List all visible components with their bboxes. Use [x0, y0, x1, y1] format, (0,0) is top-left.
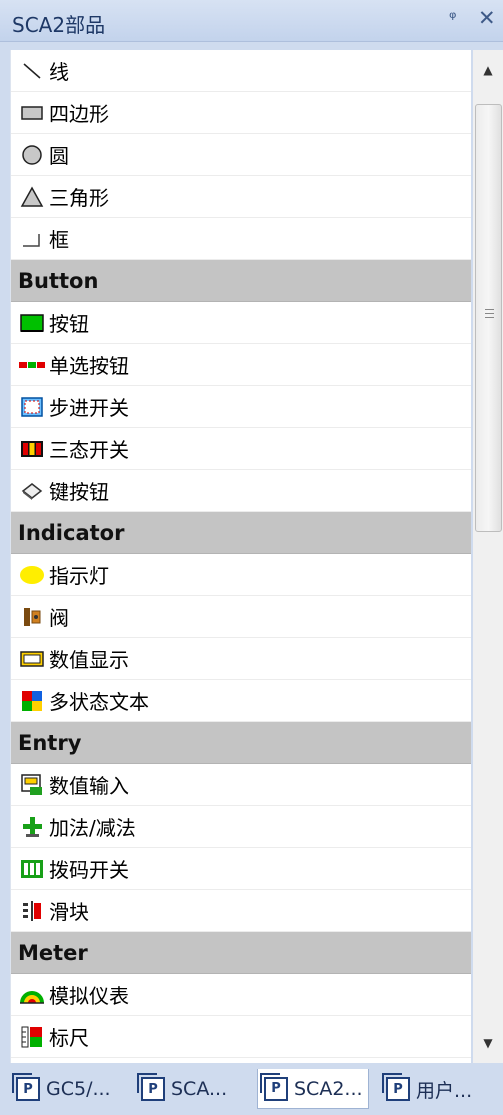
button-icon: [19, 310, 45, 336]
part-item-label: 多状态文本: [49, 690, 149, 714]
part-item-label: 步进开关: [49, 396, 129, 420]
part-item[interactable]: 拨码开关: [11, 848, 471, 890]
triangle-icon: [19, 184, 45, 210]
part-item-label: 模拟仪表: [49, 984, 129, 1008]
scale-icon: [19, 1024, 45, 1050]
document-tab[interactable]: P GC5/...: [10, 1069, 130, 1109]
tab-label: GC5/...: [46, 1078, 111, 1100]
pin-icon[interactable]: ᵠ: [449, 8, 456, 29]
dip-switch-icon: [19, 856, 45, 882]
slider-icon: [19, 898, 45, 924]
part-item-label: 拨码开关: [49, 858, 129, 882]
part-item-label: 框: [49, 228, 69, 252]
document-tab[interactable]: P 用户...: [380, 1069, 496, 1109]
document-tabs: P GC5/... P SCA... P SCA2... P 用户...: [0, 1066, 503, 1115]
add-subtract-icon: [19, 814, 45, 840]
rectangle-icon: [19, 100, 45, 126]
part-item[interactable]: 滑块: [11, 890, 471, 932]
parts-list: 线四边形圆三角形框 Button 按钮单选按钮步进开关三态开关键按钮 Indicato…: [10, 50, 471, 1063]
part-item[interactable]: 阀: [11, 596, 471, 638]
part-item[interactable]: 指示灯: [11, 554, 471, 596]
part-item-label: 阀: [49, 606, 69, 630]
part-item[interactable]: 标尺: [11, 1016, 471, 1058]
analog-meter-icon: [19, 982, 45, 1008]
category-label: Button: [18, 268, 99, 293]
part-item-label: 单选按钮: [49, 354, 129, 378]
indicator-lamp-icon: [19, 562, 45, 588]
scroll-up-button[interactable]: ▲: [473, 50, 503, 90]
category-header: Entry: [11, 722, 471, 764]
close-icon[interactable]: ✕: [478, 6, 496, 30]
part-item[interactable]: 四边形: [11, 92, 471, 134]
tab-label: SCA...: [171, 1078, 228, 1100]
tristate-switch-icon: [19, 436, 45, 462]
panel-titlebar: SCA2部品 ᵠ ✕: [0, 0, 503, 42]
part-item[interactable]: 单选按钮: [11, 344, 471, 386]
part-item-label: 指示灯: [49, 564, 109, 588]
part-item[interactable]: 圆: [11, 134, 471, 176]
part-item[interactable]: 多状态文本: [11, 680, 471, 722]
project-icon: P: [382, 1073, 410, 1101]
part-item-label: 键按钮: [49, 480, 109, 504]
part-item[interactable]: 键按钮: [11, 470, 471, 512]
part-item[interactable]: 框: [11, 218, 471, 260]
panel-title: SCA2部品: [12, 13, 106, 37]
part-item-label: 按钮: [49, 312, 89, 336]
valve-icon: [19, 604, 45, 630]
category-label: Indicator: [18, 520, 125, 545]
category-header: Button: [11, 260, 471, 302]
part-item[interactable]: 按钮: [11, 302, 471, 344]
category-label: Entry: [18, 730, 82, 755]
circle-icon: [19, 142, 45, 168]
tab-label: SCA2...: [294, 1077, 363, 1100]
grip-icon: [485, 309, 494, 318]
part-item[interactable]: 数值显示: [11, 638, 471, 680]
category-label: Meter: [18, 940, 88, 965]
part-item-label: 圆: [49, 144, 69, 168]
vertical-scrollbar[interactable]: ▲ ▼: [473, 50, 503, 1063]
step-switch-icon: [19, 394, 45, 420]
scroll-down-button[interactable]: ▼: [473, 1023, 503, 1063]
parts-panel: SCA2部品 ᵠ ✕ 线四边形圆三角形框 Button 按钮单选按钮步进开关三态开关…: [0, 0, 503, 1115]
category-header: Indicator: [11, 512, 471, 554]
part-item-label: 数值输入: [49, 774, 129, 798]
category-header: Meter: [11, 932, 471, 974]
part-item-label: 三角形: [49, 186, 109, 210]
scroll-thumb[interactable]: [475, 104, 502, 532]
part-item[interactable]: 数值输入: [11, 764, 471, 806]
project-icon: P: [12, 1073, 40, 1101]
line-icon: [19, 58, 45, 84]
part-item-label: 滑块: [49, 900, 89, 924]
part-item[interactable]: 加法/减法: [11, 806, 471, 848]
project-icon: P: [137, 1073, 165, 1101]
part-item-label: 加法/减法: [49, 816, 136, 840]
part-item[interactable]: 步进开关: [11, 386, 471, 428]
key-button-icon: [19, 478, 45, 504]
project-icon: P: [260, 1072, 288, 1101]
part-item[interactable]: 三态开关: [11, 428, 471, 470]
multistate-text-icon: [19, 688, 45, 714]
document-tab[interactable]: P SCA...: [135, 1069, 255, 1109]
document-tab[interactable]: P SCA2...: [257, 1069, 369, 1109]
part-item[interactable]: 模拟仪表: [11, 974, 471, 1016]
numeric-input-icon: [19, 772, 45, 798]
radio-button-icon: [19, 352, 45, 378]
part-item-label: 标尺: [49, 1026, 89, 1050]
part-item-label: 数值显示: [49, 648, 129, 672]
part-item-label: 线: [49, 60, 69, 84]
numeric-display-icon: [19, 646, 45, 672]
part-item-label: 三态开关: [49, 438, 129, 462]
part-item-label: 四边形: [49, 102, 109, 126]
tab-label: 用户...: [416, 1079, 473, 1102]
frame-icon: [19, 226, 45, 252]
part-item[interactable]: 线: [11, 50, 471, 92]
part-item[interactable]: 三角形: [11, 176, 471, 218]
